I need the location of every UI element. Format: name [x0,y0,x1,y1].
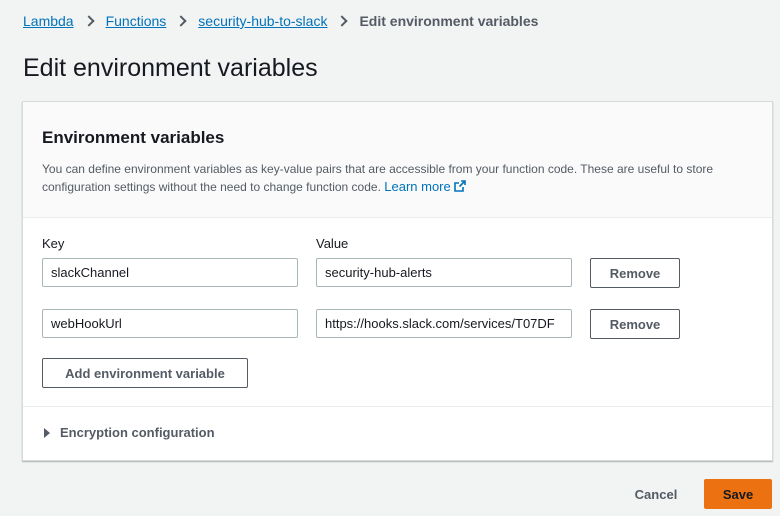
caret-right-icon [44,427,50,438]
value-column-label: Value [316,236,349,251]
key-column-label: Key [42,236,65,251]
learn-more-label: Learn more [384,179,451,194]
learn-more-link[interactable]: Learn more [384,179,466,194]
environment-variables-panel: Environment variables You can define env… [22,101,773,461]
remove-button-2[interactable]: Remove [590,309,680,339]
key-input-1[interactable] [42,258,298,287]
save-button[interactable]: Save [704,479,772,509]
chevron-right-icon [82,15,95,27]
panel-divider [23,406,772,407]
chevron-right-icon [175,15,187,27]
cancel-button[interactable]: Cancel [622,479,690,509]
page-title: Edit environment variables [23,54,318,82]
key-input-2[interactable] [42,309,298,338]
encryption-configuration-label: Encryption configuration [60,425,215,440]
value-input-1[interactable] [316,258,572,287]
breadcrumb-function-name[interactable]: security-hub-to-slack [198,12,327,30]
panel-title: Environment variables [42,128,225,147]
breadcrumb-current: Edit environment variables [359,13,539,29]
breadcrumb-lambda[interactable]: Lambda [23,12,74,30]
chevron-right-icon [336,15,349,27]
panel-description: You can define environment variables as … [42,161,753,196]
value-input-2[interactable] [316,309,572,338]
breadcrumb: Lambda Functions security-hub-to-slack E… [23,12,538,30]
external-link-icon [453,180,466,192]
panel-description-text: You can define environment variables as … [42,162,714,194]
add-environment-variable-button[interactable]: Add environment variable [42,358,248,388]
panel-header: Environment variables You can define env… [23,102,772,218]
encryption-configuration-toggle[interactable]: Encryption configuration [44,425,215,440]
remove-button-1[interactable]: Remove [590,258,680,288]
breadcrumb-functions[interactable]: Functions [106,12,167,30]
